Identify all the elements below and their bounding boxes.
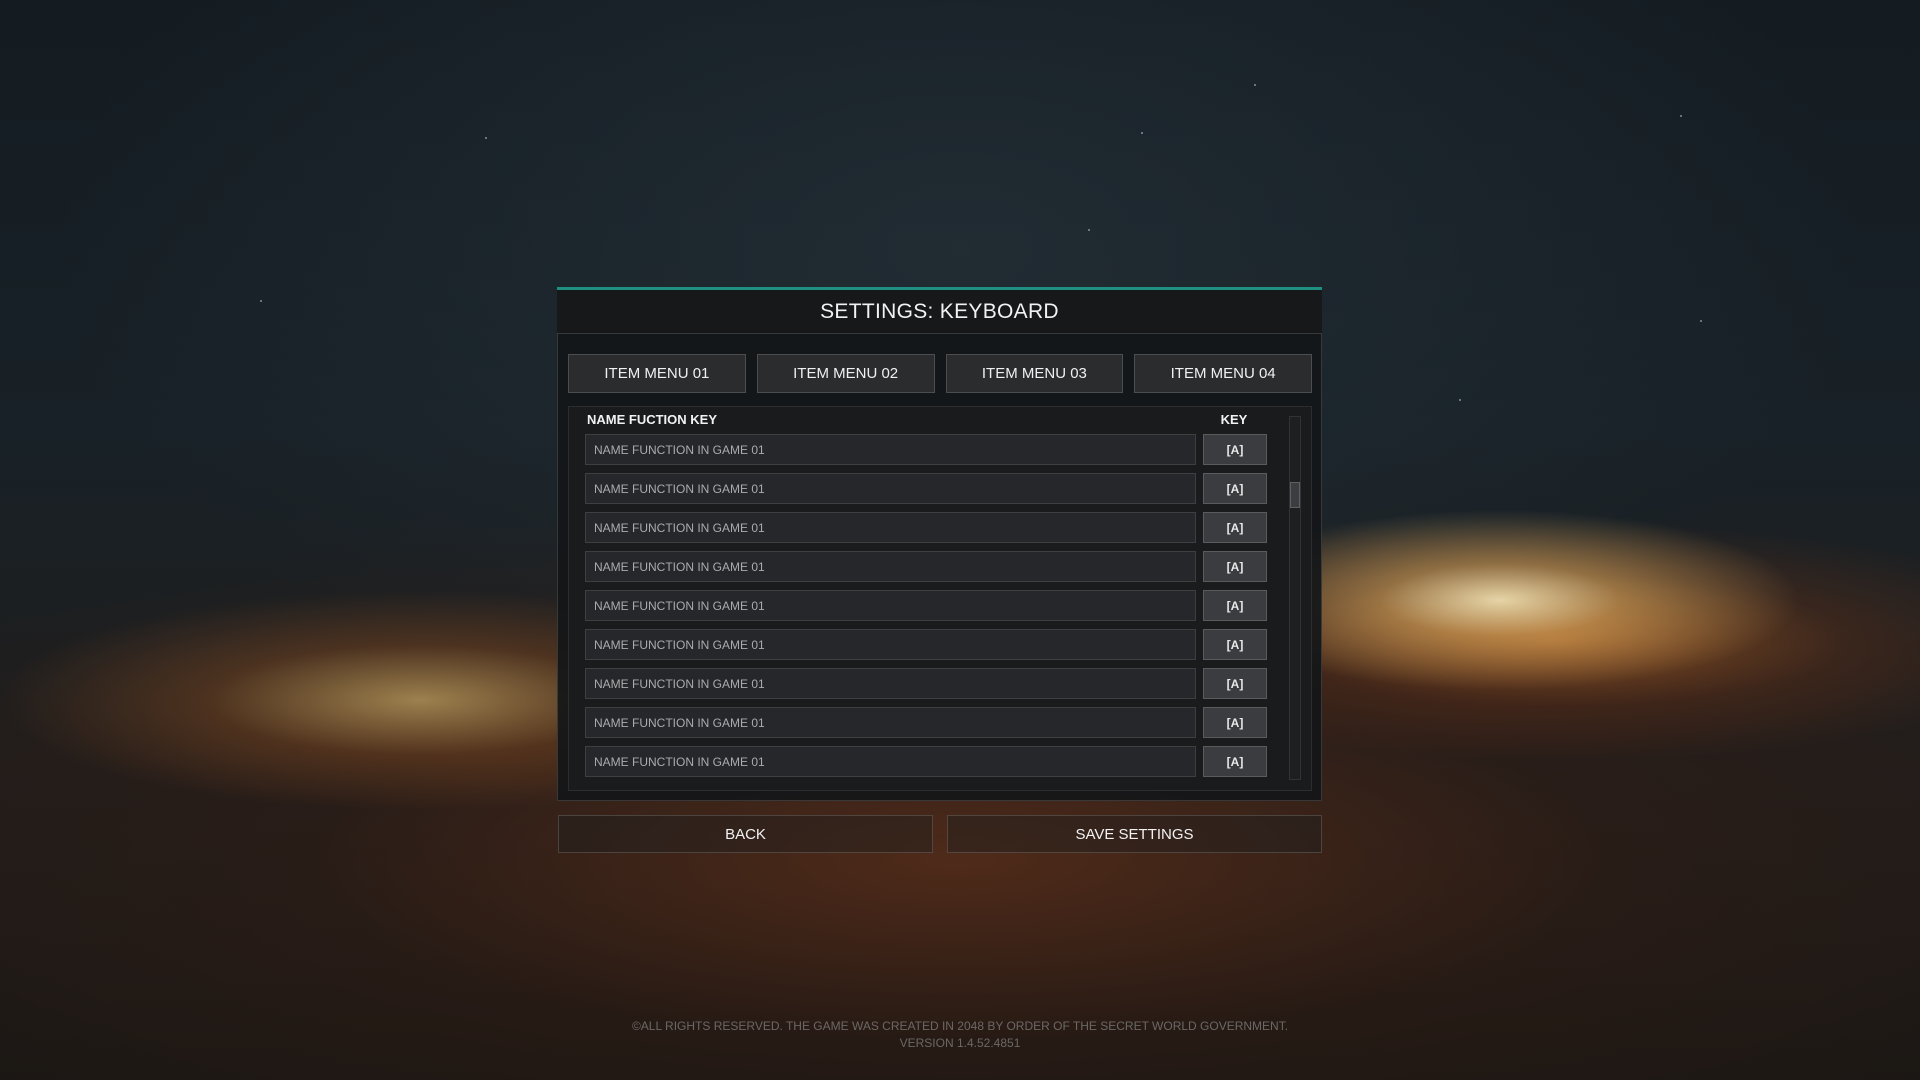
key-binding-button[interactable]: [A] (1203, 629, 1267, 660)
function-name: NAME FUNCTION IN GAME 01 (585, 590, 1196, 621)
table-row: NAME FUNCTION IN GAME 01 [A] (585, 473, 1267, 504)
column-header-key: KEY (1220, 412, 1248, 427)
key-binding-button[interactable]: [A] (1203, 551, 1267, 582)
table-row: NAME FUNCTION IN GAME 01 [A] (585, 629, 1267, 660)
table-row: NAME FUNCTION IN GAME 01 [A] (585, 434, 1267, 465)
table-row: NAME FUNCTION IN GAME 01 [A] (585, 707, 1267, 738)
function-name: NAME FUNCTION IN GAME 01 (585, 668, 1196, 699)
footer: ©ALL RIGHTS RESERVED. THE GAME WAS CREAT… (0, 1018, 1920, 1052)
star (485, 137, 487, 139)
function-name: NAME FUNCTION IN GAME 01 (585, 434, 1196, 465)
function-name: NAME FUNCTION IN GAME 01 (585, 707, 1196, 738)
star (1459, 399, 1461, 401)
key-binding-button[interactable]: [A] (1203, 707, 1267, 738)
table-row: NAME FUNCTION IN GAME 01 [A] (585, 668, 1267, 699)
table-row: NAME FUNCTION IN GAME 01 [A] (585, 590, 1267, 621)
key-binding-button[interactable]: [A] (1203, 746, 1267, 777)
star (1141, 132, 1143, 134)
star (1680, 115, 1682, 117)
back-button[interactable]: BACK (558, 815, 933, 853)
version-text: VERSION 1.4.52.4851 (899, 1036, 1021, 1050)
function-name: NAME FUNCTION IN GAME 01 (585, 629, 1196, 660)
function-name: NAME FUNCTION IN GAME 01 (585, 746, 1196, 777)
tab-bar: ITEM MENU 01 ITEM MENU 02 ITEM MENU 03 I… (568, 354, 1312, 393)
scrollbar-track[interactable] (1289, 416, 1301, 780)
column-header-name: NAME FUCTION KEY (587, 412, 717, 427)
settings-title-text: SETTINGS: KEYBOARD (820, 299, 1059, 323)
key-binding-button[interactable]: [A] (1203, 473, 1267, 504)
copyright-text: ©ALL RIGHTS RESERVED. THE GAME WAS CREAT… (631, 1019, 1289, 1033)
key-binding-button[interactable]: [A] (1203, 512, 1267, 543)
tab-item-menu-03[interactable]: ITEM MENU 03 (945, 354, 1124, 393)
save-settings-button[interactable]: SAVE SETTINGS (947, 815, 1322, 853)
key-binding-button[interactable]: [A] (1203, 434, 1267, 465)
table-row: NAME FUNCTION IN GAME 01 [A] (585, 551, 1267, 582)
star (1088, 229, 1090, 231)
key-binding-button[interactable]: [A] (1203, 668, 1267, 699)
scrollbar-thumb[interactable] (1290, 482, 1300, 508)
star (1254, 84, 1256, 86)
tab-item-menu-02[interactable]: ITEM MENU 02 (756, 354, 935, 393)
settings-title: SETTINGS: KEYBOARD (557, 287, 1322, 334)
table-row: NAME FUNCTION IN GAME 01 [A] (585, 746, 1267, 777)
star (1700, 320, 1702, 322)
function-name: NAME FUNCTION IN GAME 01 (585, 473, 1196, 504)
function-name: NAME FUNCTION IN GAME 01 (585, 551, 1196, 582)
key-binding-button[interactable]: [A] (1203, 590, 1267, 621)
table-row: NAME FUNCTION IN GAME 01 [A] (585, 512, 1267, 543)
tab-item-menu-01[interactable]: ITEM MENU 01 (568, 354, 746, 393)
star (260, 300, 262, 302)
tab-item-menu-04[interactable]: ITEM MENU 04 (1134, 354, 1312, 393)
function-name: NAME FUNCTION IN GAME 01 (585, 512, 1196, 543)
